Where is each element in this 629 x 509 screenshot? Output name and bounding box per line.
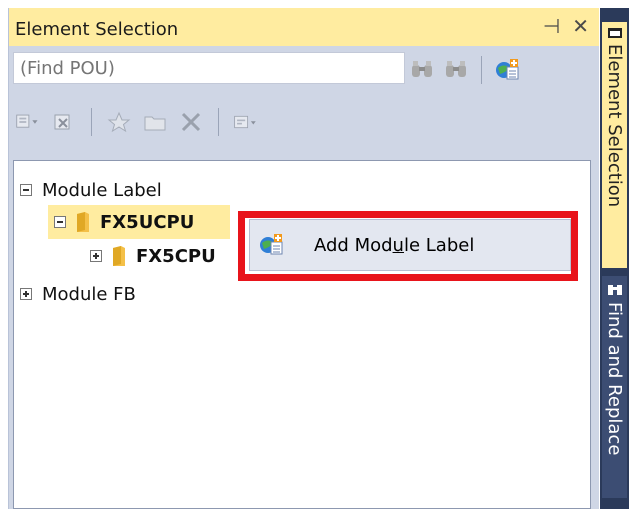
tab-window-icon <box>607 28 622 38</box>
tree-item-label: FX5UCPU <box>100 211 195 233</box>
expand-dropdown-icon[interactable] <box>15 109 41 135</box>
panel-titlebar: Element Selection ⊣ ✕ <box>9 8 599 46</box>
search-tools <box>409 56 520 84</box>
tree-item-fx5cpu[interactable]: FX5CPU <box>90 239 216 273</box>
tree-item-module-label[interactable]: Module Label <box>20 173 162 207</box>
dock-tab-label: Find and Replace <box>604 302 625 456</box>
toolbar-separator <box>218 108 219 136</box>
find-next-icon[interactable] <box>443 57 469 83</box>
expand-expander-icon[interactable] <box>90 250 102 262</box>
add-label-globe-icon[interactable] <box>494 57 520 83</box>
folder-icon <box>76 211 90 233</box>
collapse-icon[interactable] <box>51 109 77 135</box>
close-icon[interactable]: ✕ <box>572 16 589 36</box>
dock-tab-element-selection[interactable]: Element Selection <box>602 22 627 268</box>
menu-item-label: Add Module Label <box>314 234 475 256</box>
find-previous-icon[interactable] <box>409 57 435 83</box>
tree-toolbar <box>9 92 599 152</box>
favorite-star-icon[interactable] <box>106 109 132 135</box>
binoculars-icon <box>607 285 622 295</box>
toolbar-separator <box>481 56 482 84</box>
display-options-icon[interactable] <box>233 109 259 135</box>
add-label-globe-icon <box>258 232 284 258</box>
dock-tab-label: Element Selection <box>604 44 625 208</box>
pin-icon[interactable]: ⊣ <box>543 16 560 36</box>
collapse-expander-icon[interactable] <box>20 184 32 196</box>
tree-item-label: Module FB <box>42 283 136 305</box>
folder-icon <box>112 245 126 267</box>
tree-item-label: FX5CPU <box>136 245 216 267</box>
tree-item-label: Module Label <box>42 179 162 201</box>
panel-title: Element Selection <box>15 19 179 40</box>
context-menu: Add Module Label <box>249 219 571 271</box>
delete-icon[interactable] <box>178 109 204 135</box>
find-pou-input[interactable] <box>13 52 405 84</box>
right-dock: Element Selection Find and Replace <box>600 8 629 509</box>
tree-item-module-fb[interactable]: Module FB <box>20 277 136 311</box>
toolbar-separator <box>91 108 92 136</box>
dock-tab-find-replace[interactable]: Find and Replace <box>602 276 627 498</box>
collapse-expander-icon[interactable] <box>54 216 66 228</box>
add-module-label-menu-item[interactable]: Add Module Label <box>258 226 562 264</box>
expand-expander-icon[interactable] <box>20 288 32 300</box>
new-folder-icon[interactable] <box>142 109 168 135</box>
search-bar <box>9 46 599 92</box>
title-buttons: ⊣ ✕ <box>543 14 589 38</box>
toolbar-items <box>15 108 259 136</box>
tree-item-fx5ucpu[interactable]: FX5UCPU <box>48 205 230 239</box>
